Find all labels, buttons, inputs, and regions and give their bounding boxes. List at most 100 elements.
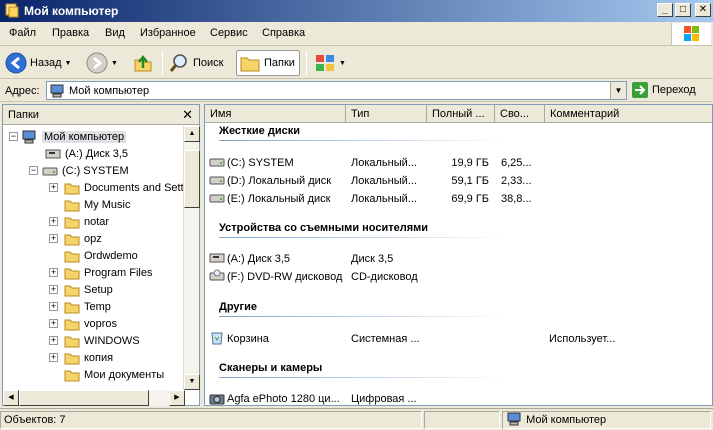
scroll-thumb[interactable] xyxy=(184,150,200,208)
tree-item-folder[interactable]: + vopros xyxy=(49,315,117,332)
views-dropdown-icon[interactable]: ▼ xyxy=(339,60,346,67)
scroll-up-icon[interactable]: ▲ xyxy=(184,126,200,142)
folders-label: Папки xyxy=(264,57,295,69)
tree-item-folder[interactable]: + Setup xyxy=(49,281,113,298)
back-dropdown-icon[interactable]: ▼ xyxy=(65,60,72,67)
menu-tools[interactable]: Сервис xyxy=(210,27,248,39)
folder-icon xyxy=(64,302,80,313)
folder-icon xyxy=(64,251,80,262)
item-comment: Использует... xyxy=(549,333,616,345)
tree-item-folder[interactable]: + Program Files xyxy=(49,264,152,281)
computer-icon xyxy=(507,412,521,426)
column-free-space[interactable]: Сво... xyxy=(495,105,545,123)
scroll-right-icon[interactable]: ▶ xyxy=(169,390,185,406)
item-type: Локальный... xyxy=(351,193,417,205)
group-title-hard-drives: Жесткие диски xyxy=(219,125,300,137)
tree-item-folder[interactable]: + notar xyxy=(49,213,109,230)
expand-icon[interactable]: + xyxy=(49,336,58,345)
back-button[interactable]: Назад ▼ xyxy=(5,50,71,76)
expand-icon[interactable]: + xyxy=(49,234,58,243)
tree-item-label: Documents and Setti xyxy=(84,181,185,194)
tree-item-folder[interactable]: Мои документы xyxy=(64,366,164,383)
expand-icon[interactable]: + xyxy=(49,268,58,277)
tree-item-my-computer[interactable]: − Мой компьютер xyxy=(9,128,127,145)
folders-icon xyxy=(240,57,260,72)
folder-icon xyxy=(64,234,80,245)
scroll-thumb[interactable] xyxy=(19,390,149,406)
list-item[interactable]: (D:) Локальный диск Локальный... 59,1 ГБ… xyxy=(205,173,712,190)
address-input[interactable]: Мой компьютер ▼ xyxy=(46,81,627,100)
tree-item-drive-a[interactable]: (A:) Диск 3,5 xyxy=(45,145,128,162)
tree-item-label: (C:) SYSTEM xyxy=(62,164,129,177)
expand-icon[interactable]: + xyxy=(49,285,58,294)
column-name[interactable]: Имя xyxy=(205,105,346,123)
windows-flag-icon xyxy=(684,26,699,41)
scroll-left-icon[interactable]: ◀ xyxy=(3,390,19,406)
minimize-button[interactable]: _ xyxy=(657,3,673,17)
group-divider xyxy=(219,237,509,238)
column-comment[interactable]: Комментарий xyxy=(545,105,712,123)
list-item[interactable]: (F:) DVD-RW дисковод CD-дисковод xyxy=(205,269,712,286)
column-total-size[interactable]: Полный ... xyxy=(427,105,495,123)
folders-button[interactable]: Папки xyxy=(236,50,300,76)
forward-button[interactable]: ▼ xyxy=(86,50,118,76)
tree-item-drive-c[interactable]: − (C:) SYSTEM xyxy=(29,162,129,179)
item-free-space: 6,25... xyxy=(501,157,532,169)
tree-item-folder[interactable]: Ordwdemo xyxy=(64,247,138,264)
tree-item-label: notar xyxy=(84,215,110,228)
list-item[interactable]: Agfa ePhoto 1280 ци... Цифровая ... xyxy=(205,391,712,405)
menu-favorites[interactable]: Избранное xyxy=(140,27,196,39)
menu-file[interactable]: Файл xyxy=(9,27,36,39)
item-name: (C:) SYSTEM xyxy=(227,157,294,169)
tree-horizontal-scrollbar[interactable]: ◀ ▶ xyxy=(3,390,185,406)
tree-item-label: Setup xyxy=(84,283,113,296)
list-item[interactable]: (C:) SYSTEM Локальный... 19,9 ГБ 6,25... xyxy=(205,155,712,172)
tree-item-label: Мой компьютер xyxy=(42,130,127,143)
column-type[interactable]: Тип xyxy=(346,105,427,123)
folder-icon xyxy=(64,200,80,211)
list-item[interactable]: (E:) Локальный диск Локальный... 69,9 ГБ… xyxy=(205,191,712,208)
list-item[interactable]: Корзина Системная ... Использует... xyxy=(205,331,712,348)
status-object-count: Объектов: 7 xyxy=(0,411,422,429)
views-button[interactable]: ▼ xyxy=(314,50,346,76)
close-pane-icon[interactable]: ✕ xyxy=(182,107,193,123)
forward-dropdown-icon[interactable]: ▼ xyxy=(111,60,118,67)
go-button[interactable]: Переход xyxy=(632,82,696,98)
tree-item-folder[interactable]: + WINDOWS xyxy=(49,332,140,349)
tree-item-folder[interactable]: + Documents and Setti xyxy=(49,179,185,196)
expand-icon[interactable]: + xyxy=(49,217,58,226)
expand-icon[interactable]: + xyxy=(49,302,58,311)
tree-vertical-scrollbar[interactable]: ▲ ▼ xyxy=(183,126,200,390)
item-type: Локальный... xyxy=(351,175,417,187)
expand-icon[interactable]: + xyxy=(49,183,58,192)
maximize-button[interactable]: □ xyxy=(675,3,691,17)
hard-drive-icon xyxy=(42,167,58,175)
tree-item-folder[interactable]: + opz xyxy=(49,230,102,247)
tree-item-label: opz xyxy=(84,232,102,245)
list-item[interactable]: (A:) Диск 3,5 Диск 3,5 xyxy=(205,251,712,268)
menu-help[interactable]: Справка xyxy=(262,27,305,39)
window-title: Мой компьютер xyxy=(24,4,119,18)
search-button[interactable]: Поиск xyxy=(168,50,223,76)
tree-item-folder[interactable]: My Music xyxy=(64,196,130,213)
tree-item-folder[interactable]: + Temp xyxy=(49,298,111,315)
collapse-icon[interactable]: − xyxy=(9,132,18,141)
address-bar: Адрес: Мой компьютер ▼ Переход xyxy=(0,80,713,102)
scroll-down-icon[interactable]: ▼ xyxy=(184,374,200,390)
up-button[interactable] xyxy=(132,50,154,76)
expand-icon[interactable]: + xyxy=(49,319,58,328)
expand-icon[interactable]: + xyxy=(49,353,58,362)
close-button[interactable]: ✕ xyxy=(695,3,711,17)
folder-tree: − Мой компьютер (A:) Диск 3,5 − (C:) SYS… xyxy=(3,126,185,390)
folder-icon xyxy=(64,336,80,347)
tree-item-folder[interactable]: + копия xyxy=(49,349,113,366)
menu-edit[interactable]: Правка xyxy=(52,27,89,39)
menu-view[interactable]: Вид xyxy=(105,27,125,39)
tree-item-label: Program Files xyxy=(84,266,153,279)
group-divider xyxy=(219,377,509,378)
item-name: Agfa ePhoto 1280 ци... xyxy=(227,393,340,405)
title-bar[interactable]: Мой компьютер _ □ ✕ xyxy=(0,0,713,22)
collapse-icon[interactable]: − xyxy=(29,166,38,175)
address-dropdown-icon[interactable]: ▼ xyxy=(610,82,626,99)
folder-icon xyxy=(64,353,80,364)
